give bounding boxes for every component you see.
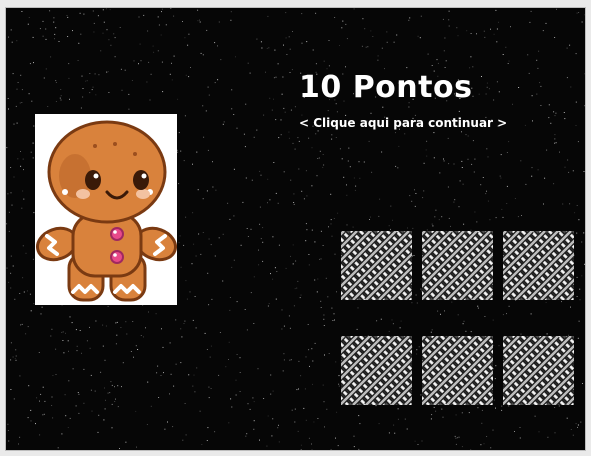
memory-card-6[interactable] [503, 336, 574, 405]
memory-card-3[interactable] [503, 231, 574, 300]
memory-card-5[interactable] [422, 336, 493, 405]
continue-link[interactable]: < Clique aqui para continuar > [299, 116, 507, 130]
memory-card-1[interactable] [341, 231, 412, 300]
gingerbread-man-icon [36, 120, 177, 302]
memory-card-2[interactable] [422, 231, 493, 300]
score-label: 10 Pontos [299, 70, 473, 105]
memory-card-4[interactable] [341, 336, 412, 405]
gingerbread-man-image [35, 114, 177, 305]
game-board: 10 Pontos < Clique aqui para continuar > [5, 7, 586, 451]
